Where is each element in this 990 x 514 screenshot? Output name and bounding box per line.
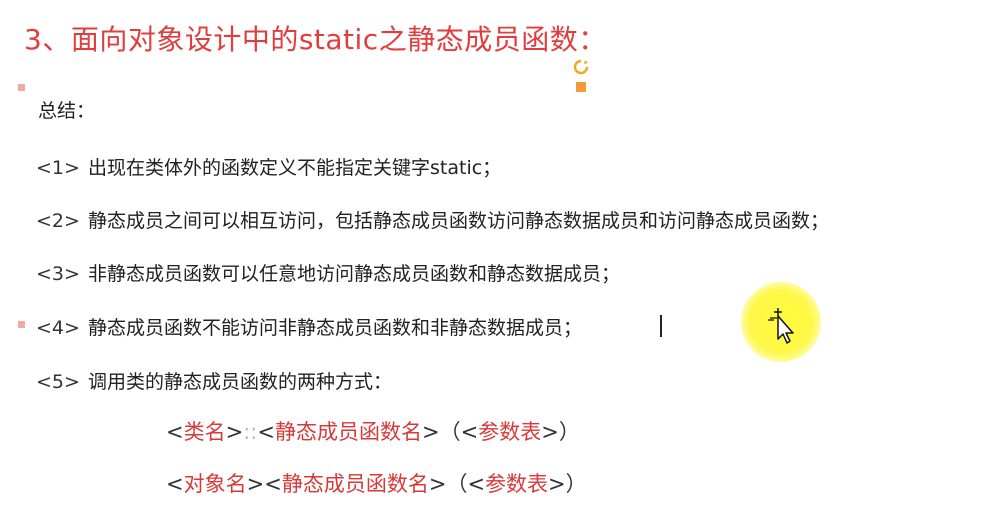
angle-close: > bbox=[428, 472, 447, 496]
list-item: <4> 静态成员函数不能访问非静态成员函数和非静态数据成员； bbox=[36, 313, 582, 340]
bullet-marker-top bbox=[18, 84, 25, 91]
scope-separator: :: bbox=[243, 420, 258, 444]
bullet-marker-item4 bbox=[18, 321, 25, 328]
angle-close: > bbox=[541, 420, 559, 444]
angle-close: > bbox=[225, 420, 244, 444]
angle-close: > bbox=[548, 472, 566, 496]
item-number: <3> bbox=[36, 263, 80, 285]
angle-close: > bbox=[421, 420, 440, 444]
function-name-placeholder: 静态成员函数名 bbox=[281, 472, 429, 496]
item-text: 静态成员之间可以相互访问，包括静态成员函数访问静态数据成员和访问静态成员函数； bbox=[88, 210, 830, 232]
syntax-class-call: <类名>::<静态成员函数名>（<参数表>） bbox=[166, 416, 580, 446]
syntax-object-call: <对象名><静态成员函数名>（<参数表>） bbox=[166, 468, 587, 498]
angle-open: < bbox=[257, 420, 275, 444]
paren-open: （ bbox=[439, 420, 461, 444]
text-caret bbox=[660, 315, 662, 337]
item-number: <1> bbox=[36, 157, 80, 179]
list-item: <2> 静态成员之间可以相互访问，包括静态成员函数访问静态数据成员和访问静态成员函… bbox=[36, 206, 829, 233]
item-number: <5> bbox=[36, 371, 80, 393]
angle-open: < bbox=[467, 472, 486, 496]
item-text: 非静态成员函数可以任意地访问静态成员函数和静态数据成员； bbox=[88, 263, 621, 285]
item-number: <2> bbox=[36, 210, 80, 232]
paren-close: ） bbox=[565, 472, 587, 496]
item-text: 静态成员函数不能访问非静态成员函数和非静态数据成员； bbox=[88, 317, 583, 339]
list-item: <1> 出现在类体外的函数定义不能指定关键字static； bbox=[36, 153, 501, 180]
params-placeholder: 参数表 bbox=[478, 420, 542, 444]
list-item: <3> 非静态成员函数可以任意地访问静态成员函数和静态数据成员； bbox=[36, 259, 620, 286]
refresh-icon bbox=[573, 59, 589, 75]
function-name-placeholder: 静态成员函数名 bbox=[274, 420, 422, 444]
item-text: 出现在类体外的函数定义不能指定关键字static； bbox=[88, 157, 502, 179]
angle-open: < bbox=[264, 472, 282, 496]
paren-close: ） bbox=[558, 420, 580, 444]
class-name-placeholder: 类名 bbox=[183, 420, 226, 444]
summary-label: 总结： bbox=[38, 100, 96, 122]
angle-close: > bbox=[246, 472, 265, 496]
item-text: 调用类的静态成员函数的两种方式： bbox=[88, 371, 393, 393]
angle-open: < bbox=[166, 472, 184, 496]
pointer-cursor-icon bbox=[768, 308, 794, 344]
paren-open: （ bbox=[446, 472, 468, 496]
slide-title: 3、面向对象设计中的static之静态成员函数： bbox=[24, 23, 607, 56]
angle-open: < bbox=[166, 420, 184, 444]
angle-open: < bbox=[460, 420, 479, 444]
params-placeholder: 参数表 bbox=[485, 472, 549, 496]
orange-marker bbox=[576, 82, 586, 92]
list-item: <5> 调用类的静态成员函数的两种方式： bbox=[36, 367, 392, 394]
item-number: <4> bbox=[36, 317, 80, 339]
object-name-placeholder: 对象名 bbox=[183, 472, 247, 496]
